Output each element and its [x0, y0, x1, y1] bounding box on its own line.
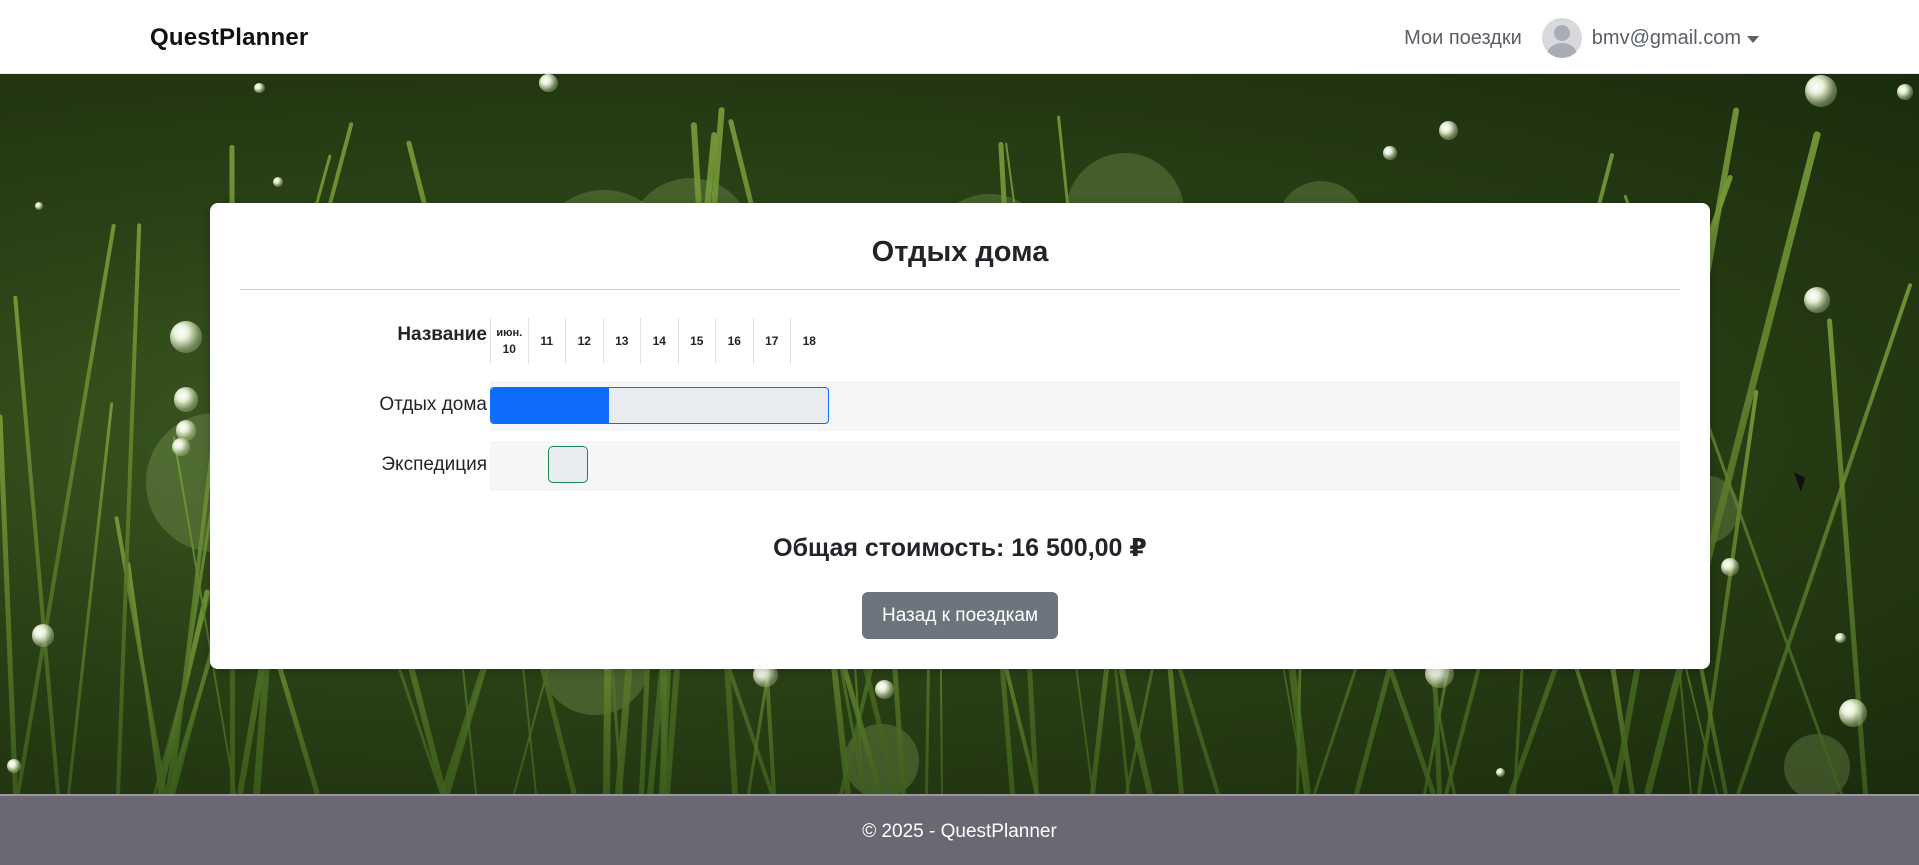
- footer-copyright: © 2025 - QuestPlanner: [862, 821, 1057, 842]
- day-label: 14: [652, 334, 666, 348]
- day-label: 16: [727, 334, 741, 348]
- day-label: 10: [502, 342, 516, 356]
- day-cell: 11: [527, 318, 566, 364]
- name-column-header: Название: [397, 324, 487, 345]
- day-label: 11: [540, 334, 554, 348]
- navbar: QuestPlanner Мои поездки bmv@gmail.com: [0, 0, 1919, 74]
- trip-progress-bar[interactable]: [490, 387, 829, 424]
- caret-down-icon: [1747, 35, 1759, 43]
- divider: [240, 289, 1680, 290]
- navbar-right: Мои поездки bmv@gmail.com: [1404, 18, 1759, 58]
- footer: © 2025 - QuestPlanner: [0, 794, 1919, 865]
- progress-fill: [491, 388, 609, 423]
- day-label: 12: [577, 334, 591, 348]
- avatar: [1541, 18, 1582, 58]
- row-track: [490, 441, 1680, 491]
- day-cell: 18: [790, 318, 828, 364]
- timeline-row: Экспедиция: [210, 441, 1710, 491]
- day-cell: 13: [602, 318, 641, 364]
- total-cost: Общая стоимость: 16 500,00 ₽: [773, 534, 1147, 562]
- month-label: июн.: [496, 327, 523, 339]
- timeline-row: Отдых дома: [210, 381, 1710, 431]
- nav-link-my-trips[interactable]: Мои поездки: [1404, 27, 1522, 50]
- user-menu-toggle[interactable]: bmv@gmail.com: [1541, 18, 1759, 58]
- day-cell: 14: [640, 318, 678, 364]
- back-to-trips-button[interactable]: Назад к поездкам: [862, 592, 1058, 639]
- brand-logo[interactable]: QuestPlanner: [150, 24, 308, 52]
- day-label: 13: [615, 334, 629, 348]
- expedition-bar[interactable]: [548, 446, 588, 483]
- row-label[interactable]: Экспедиция: [290, 454, 487, 476]
- row-label[interactable]: Отдых дома: [290, 394, 487, 416]
- day-label: 17: [765, 334, 779, 348]
- day-cell: 16: [715, 318, 753, 364]
- day-cell: июн. 10: [490, 318, 528, 364]
- day-cell: 17: [752, 318, 791, 364]
- row-track: [490, 381, 1680, 431]
- day-cell: 12: [565, 318, 603, 364]
- day-label: 15: [690, 334, 704, 348]
- trip-card: Отдых дома Название июн. 10 11 12 13 14 …: [210, 203, 1710, 669]
- timeline-day-header: июн. 10 11 12 13 14 15 16 17 18: [490, 318, 828, 364]
- page-title: Отдых дома: [871, 236, 1049, 268]
- user-email: bmv@gmail.com: [1591, 26, 1741, 49]
- day-label: 18: [802, 334, 816, 348]
- day-cell: 15: [677, 318, 716, 364]
